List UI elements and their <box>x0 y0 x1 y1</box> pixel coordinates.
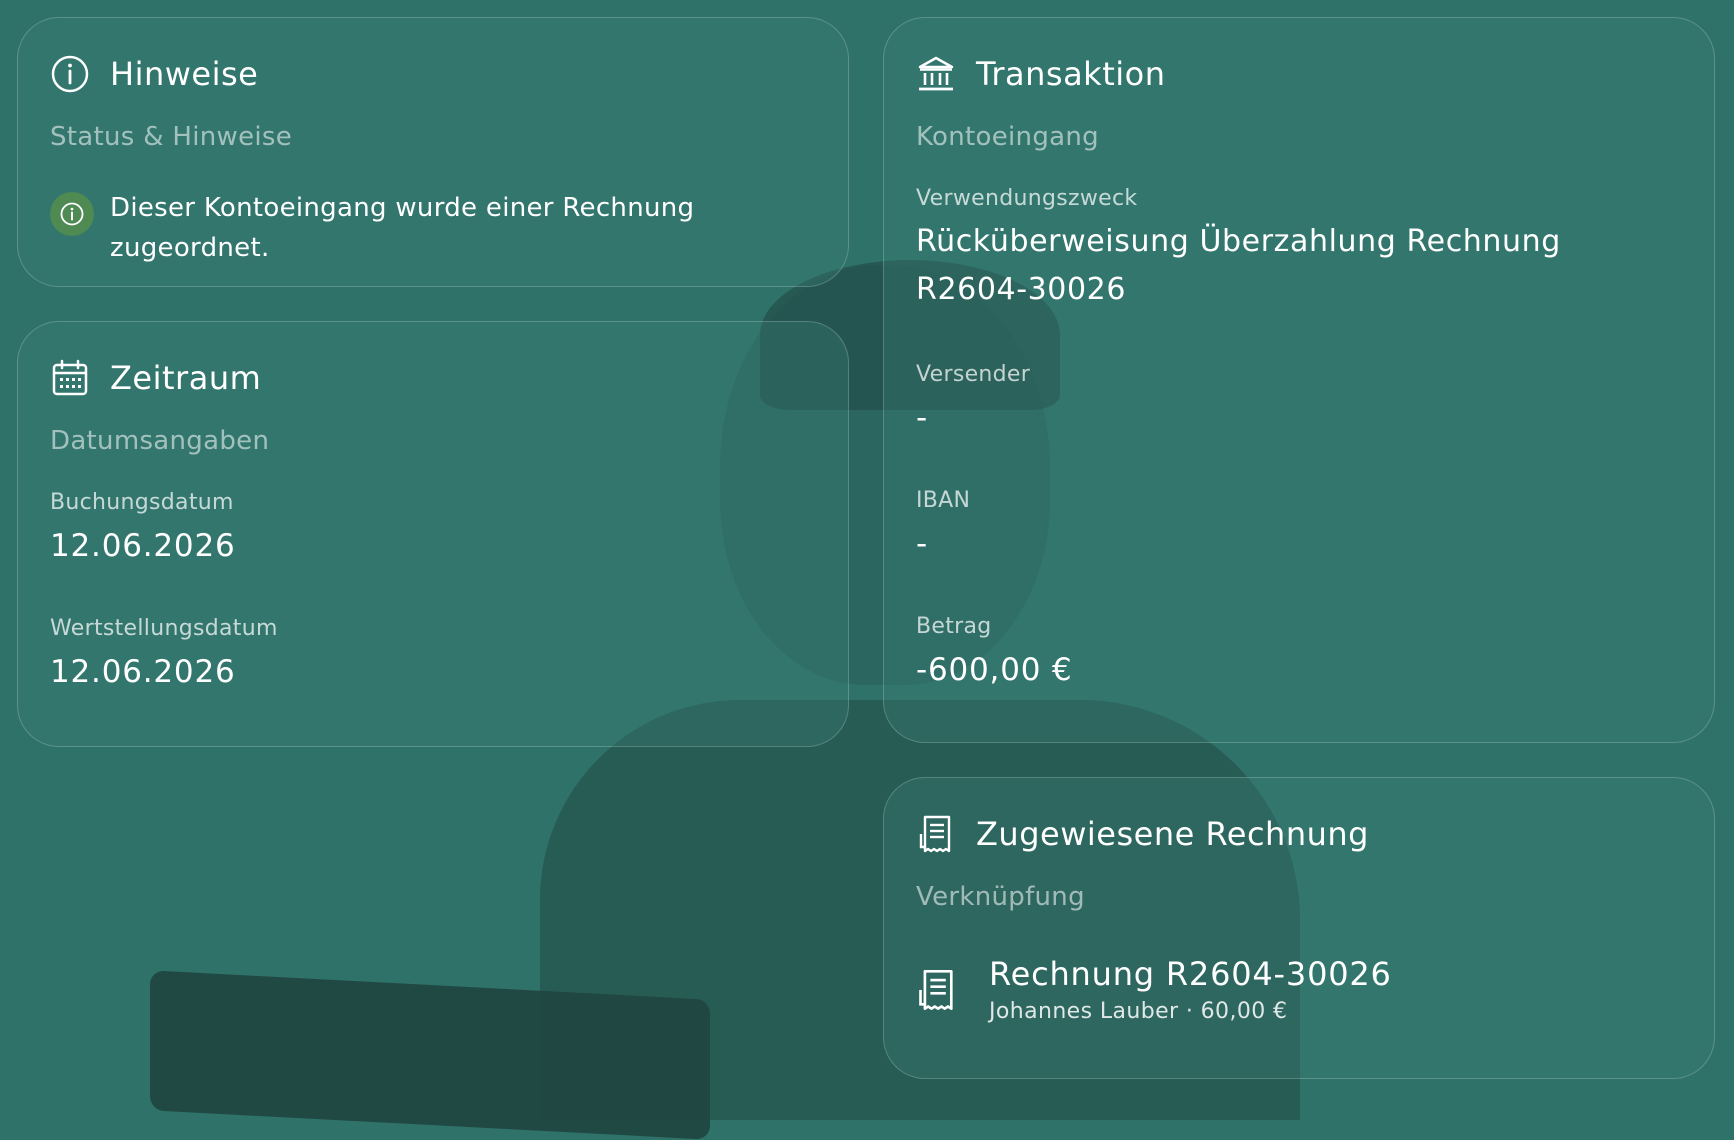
assigned-invoice-meta: Johannes Lauber · 60,00 € <box>989 999 1288 1024</box>
value-date-value: 12.06.2026 <box>50 654 236 690</box>
info-icon <box>60 202 84 226</box>
status-badge <box>50 192 94 236</box>
assigned-invoice-text: Rechnung R2604-30026 Johannes Lauber · 6… <box>989 955 1392 1024</box>
bank-icon <box>918 56 954 91</box>
receipt-icon <box>919 969 953 1010</box>
transaction-card: Transaktion Kontoeingang Verwendungszwec… <box>883 17 1715 743</box>
notes-card-subtitle: Status & Hinweise <box>50 122 293 152</box>
notes-card-title: Hinweise <box>110 55 259 93</box>
purpose-value: Rücküberweisung Überzahlung Rechnung R26… <box>916 224 1561 307</box>
amount-label: Betrag <box>916 614 992 639</box>
assigned-invoice-link[interactable]: Rechnung R2604-30026 Johannes Lauber · 6… <box>915 955 1392 1024</box>
period-card-header: Zeitraum <box>50 358 261 398</box>
iban-label: IBAN <box>916 488 971 513</box>
status-note-text: Dieser Kontoeingang wurde einer Rechnung… <box>110 193 695 263</box>
transaction-card-title: Transaktion <box>976 55 1166 93</box>
booking-date-label: Buchungsdatum <box>50 490 234 515</box>
notes-card-header: Hinweise <box>50 54 258 94</box>
assigned-invoice-card: Zugewiesene Rechnung Verknüpfung <box>883 777 1715 1079</box>
background-photo-laptop <box>150 970 710 1140</box>
iban-value: - <box>916 526 928 562</box>
purpose-label: Verwendungszweck <box>916 186 1138 211</box>
assigned-invoice-card-header: Zugewiesene Rechnung <box>916 814 1369 854</box>
receipt-icon <box>919 815 951 853</box>
sender-value: - <box>916 400 928 436</box>
amount-value: -600,00 € <box>916 652 1073 688</box>
notes-card: Hinweise Status & Hinweise Dieser Kontoe… <box>17 17 849 287</box>
info-icon <box>51 55 89 93</box>
period-card: Zeitraum Datumsangaben Buchungsdatum 12.… <box>17 321 849 747</box>
assigned-invoice-card-title: Zugewiesene Rechnung <box>976 815 1369 853</box>
period-card-subtitle: Datumsangaben <box>50 426 270 456</box>
transaction-card-header: Transaktion <box>916 54 1166 94</box>
status-note: Dieser Kontoeingang wurde einer Rechnung… <box>50 192 730 268</box>
assigned-invoice-title: Rechnung R2604-30026 <box>989 955 1392 993</box>
value-date-label: Wertstellungsdatum <box>50 616 278 641</box>
sender-label: Versender <box>916 362 1031 387</box>
assigned-invoice-card-subtitle: Verknüpfung <box>916 882 1085 912</box>
period-card-title: Zeitraum <box>110 359 262 397</box>
transaction-card-subtitle: Kontoeingang <box>916 122 1099 152</box>
booking-date-value: 12.06.2026 <box>50 528 236 564</box>
calendar-icon <box>52 359 88 396</box>
